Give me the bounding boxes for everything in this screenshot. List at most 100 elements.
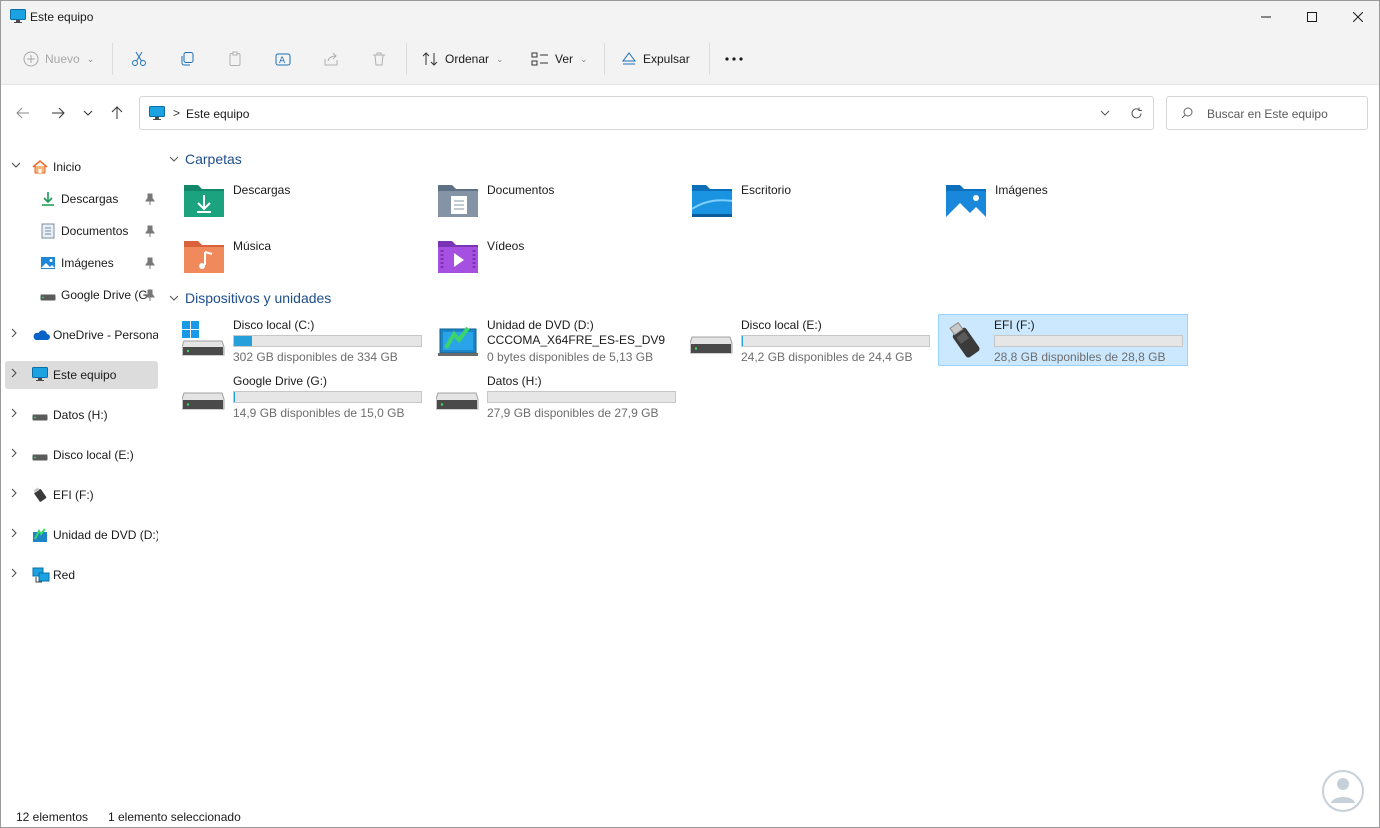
breadcrumb-this-pc[interactable]: Este equipo xyxy=(186,107,249,121)
refresh-button[interactable] xyxy=(1121,97,1151,129)
search-box[interactable]: Buscar en Este equipo xyxy=(1166,96,1368,130)
share-button[interactable] xyxy=(323,33,339,85)
delete-button[interactable] xyxy=(371,33,387,85)
view-list-icon xyxy=(531,52,548,66)
close-button[interactable] xyxy=(1335,1,1379,33)
search-placeholder: Buscar en Este equipo xyxy=(1207,107,1328,121)
status-bar: 12 elementos 1 elemento seleccionado xyxy=(1,770,1379,827)
pin-icon[interactable] xyxy=(145,289,155,304)
sidebar-item-datos-h[interactable]: Datos (H:) xyxy=(5,401,158,429)
up-button[interactable] xyxy=(104,97,130,129)
drive-f[interactable]: EFI (F:) 28,8 GB disponibles de 28,8 GB xyxy=(938,314,1188,366)
chevron-right-icon[interactable] xyxy=(11,368,17,381)
new-button[interactable]: Nuevo ⌄ xyxy=(23,33,94,85)
drive-dvd-d[interactable]: Unidad de DVD (D:) CCCOMA_X64FRE_ES-ES_DV… xyxy=(431,314,681,366)
recent-locations-button[interactable] xyxy=(75,97,101,129)
folder-music[interactable]: Música xyxy=(171,233,421,281)
sidebar-item-label: Disco local (E:) xyxy=(53,448,134,462)
arrow-right-icon xyxy=(52,107,65,119)
chevron-right-icon[interactable] xyxy=(11,448,17,461)
drive-icon xyxy=(32,411,48,425)
address-bar[interactable]: > Este equipo xyxy=(139,96,1154,130)
maximize-button[interactable] xyxy=(1289,1,1335,33)
sidebar-item-network[interactable]: Red xyxy=(5,561,158,589)
sidebar-item-disco-local-e[interactable]: Disco local (E:) xyxy=(5,441,158,469)
chevron-down-icon xyxy=(1100,110,1110,116)
eject-button[interactable]: Expulsar xyxy=(621,33,690,85)
copy-button[interactable] xyxy=(179,33,195,85)
capacity-bar-fill xyxy=(234,336,252,346)
eject-label: Expulsar xyxy=(643,52,690,66)
chevron-right-icon[interactable] xyxy=(11,568,17,581)
chevron-down-icon: ⌄ xyxy=(496,53,504,64)
folder-name: Documentos xyxy=(487,183,555,197)
sidebar-item-label: Descargas xyxy=(61,192,119,206)
sidebar-item-dvd-d[interactable]: Unidad de DVD (D:) xyxy=(5,521,158,549)
breadcrumb-separator: > xyxy=(173,106,181,120)
desktop-folder-icon xyxy=(691,181,733,222)
usb-drive-icon xyxy=(32,487,48,506)
chevron-right-icon[interactable] xyxy=(11,488,17,501)
navigation-pane: Inicio Descargas Documentos Imágenes Goo… xyxy=(1,147,163,797)
pin-icon[interactable] xyxy=(145,225,155,240)
chevron-right-icon[interactable] xyxy=(11,528,17,541)
chevron-right-icon[interactable] xyxy=(11,328,17,341)
more-dots-icon xyxy=(725,57,743,61)
drive-volume-label: CCCOMA_X64FRE_ES-ES_DV9 xyxy=(487,333,666,347)
drive-free-space: 24,2 GB disponibles de 24,4 GB xyxy=(741,350,913,364)
sort-arrows-icon xyxy=(422,52,438,66)
minimize-button[interactable] xyxy=(1243,1,1289,33)
drive-g[interactable]: Google Drive (G:) 14,9 GB disponibles de… xyxy=(177,370,427,422)
folder-documents[interactable]: Documentos xyxy=(425,177,675,225)
rename-icon: A xyxy=(275,53,291,66)
pin-icon[interactable] xyxy=(145,193,155,208)
section-title: Dispositivos y unidades xyxy=(185,290,332,306)
dvd-setup-icon xyxy=(436,321,480,360)
drive-name: EFI (F:) xyxy=(994,318,1035,332)
chevron-down-icon[interactable] xyxy=(11,160,21,171)
sidebar-item-label: Google Drive (G xyxy=(61,288,148,302)
sidebar-item-documents[interactable]: Documentos xyxy=(5,217,158,245)
drive-h[interactable]: Datos (H:) 27,9 GB disponibles de 27,9 G… xyxy=(431,370,681,422)
sidebar-item-home[interactable]: Inicio xyxy=(5,153,158,181)
drive-e[interactable]: Disco local (E:) 24,2 GB disponibles de … xyxy=(685,314,935,366)
drive-icon xyxy=(689,321,734,360)
chevron-down-icon: ⌄ xyxy=(580,53,588,64)
rename-button[interactable]: A xyxy=(275,33,291,85)
documents-folder-icon xyxy=(437,181,479,222)
command-bar: Nuevo ⌄ A Ordenar ⌄ Ver ⌄ Expulsar xyxy=(1,33,1379,85)
view-label: Ver xyxy=(555,52,574,66)
sidebar-item-efi-f[interactable]: EFI (F:) xyxy=(5,481,158,509)
sidebar-item-this-pc[interactable]: Este equipo xyxy=(5,361,158,389)
chevron-down-icon xyxy=(169,293,179,304)
view-button[interactable]: Ver ⌄ xyxy=(531,33,588,85)
forward-button[interactable] xyxy=(45,97,71,129)
scissors-icon xyxy=(132,51,146,66)
drive-c[interactable]: Disco local (C:) 302 GB disponibles de 3… xyxy=(177,314,427,366)
drive-name: Disco local (E:) xyxy=(741,318,822,332)
folder-videos[interactable]: Vídeos xyxy=(425,233,675,281)
drive-free-space: 0 bytes disponibles de 5,13 GB xyxy=(487,350,654,364)
close-icon xyxy=(1353,12,1363,22)
sidebar-item-label: Imágenes xyxy=(61,256,114,270)
section-devices[interactable]: Dispositivos y unidades xyxy=(169,290,331,306)
paste-button[interactable] xyxy=(227,33,243,85)
folder-pictures[interactable]: Imágenes xyxy=(933,177,1183,225)
sidebar-item-google-drive[interactable]: Google Drive (G xyxy=(5,281,158,309)
more-options-button[interactable] xyxy=(725,33,743,85)
folder-downloads[interactable]: Descargas xyxy=(171,177,421,225)
address-history-button[interactable] xyxy=(1090,97,1120,129)
folder-desktop[interactable]: Escritorio xyxy=(679,177,929,225)
pictures-icon xyxy=(40,255,56,274)
sidebar-item-onedrive[interactable]: OneDrive - Personal xyxy=(5,321,158,349)
cut-button[interactable] xyxy=(131,33,147,85)
back-button[interactable] xyxy=(10,97,36,129)
chevron-right-icon[interactable] xyxy=(11,408,17,421)
capacity-bar xyxy=(994,335,1183,347)
section-folders[interactable]: Carpetas xyxy=(169,151,242,167)
sort-button[interactable]: Ordenar ⌄ xyxy=(421,33,504,85)
sidebar-item-downloads[interactable]: Descargas xyxy=(5,185,158,213)
sidebar-item-pictures[interactable]: Imágenes xyxy=(5,249,158,277)
pin-icon[interactable] xyxy=(145,257,155,272)
folder-name: Imágenes xyxy=(995,183,1048,197)
